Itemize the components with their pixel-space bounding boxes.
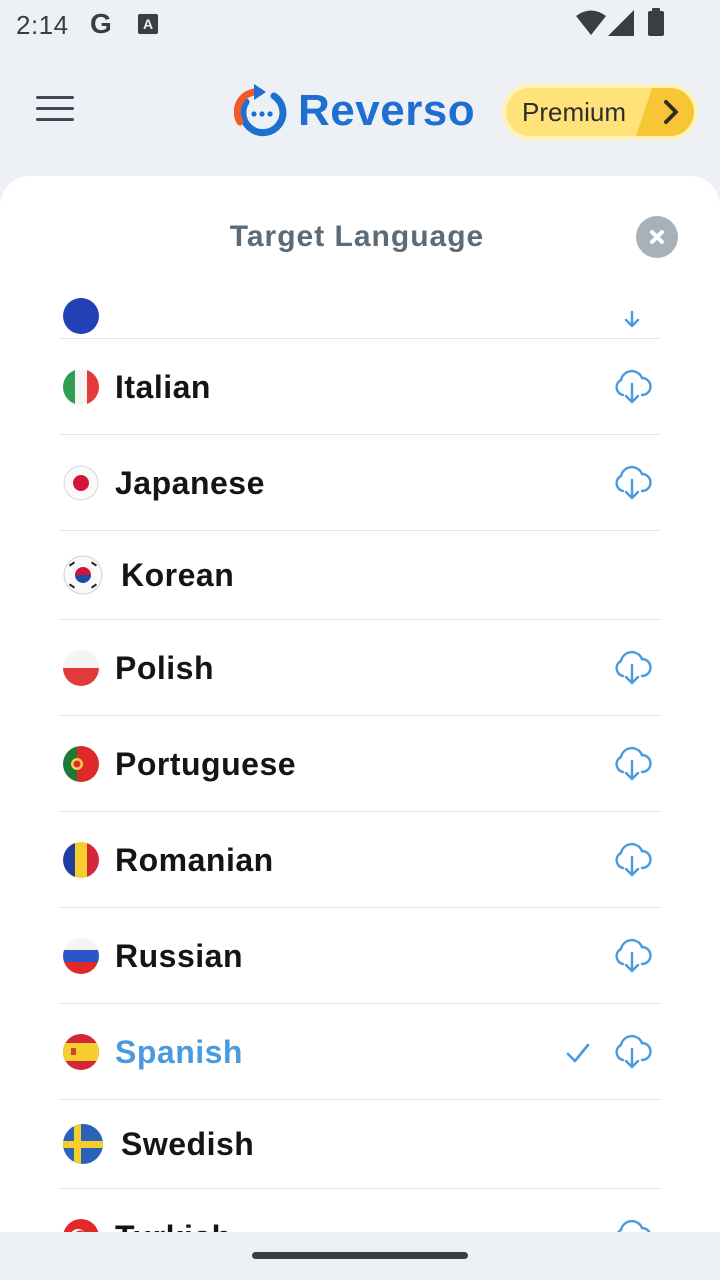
download-cloud-icon[interactable] xyxy=(612,369,652,405)
flag-japan-icon xyxy=(63,465,99,501)
download-cloud-icon[interactable] xyxy=(612,746,652,782)
check-icon xyxy=(566,1043,590,1063)
language-label: Romanian xyxy=(115,842,274,878)
app-header: Reverso Premium xyxy=(0,52,720,176)
target-language-sheet: Target Language Italian Japanese Korean xyxy=(0,176,720,1232)
close-icon[interactable] xyxy=(636,216,678,258)
language-row-japanese[interactable]: Japanese xyxy=(59,435,660,531)
download-cloud-icon[interactable] xyxy=(612,1034,652,1070)
download-cloud-icon[interactable] xyxy=(612,296,652,328)
flag-icon xyxy=(63,298,99,334)
status-time: 2:14 xyxy=(16,10,69,40)
flag-turkey-icon xyxy=(63,1219,99,1232)
flag-korea-icon xyxy=(63,555,103,595)
language-row-turkish[interactable]: Turkish xyxy=(59,1189,660,1232)
signal-icon xyxy=(608,10,634,36)
flag-romania-icon xyxy=(63,842,99,878)
language-label: Swedish xyxy=(121,1126,255,1162)
text-input-icon: A xyxy=(138,14,158,34)
flag-poland-icon xyxy=(63,650,99,686)
flag-sweden-icon xyxy=(63,1124,103,1164)
language-label: Spanish xyxy=(115,1034,243,1070)
language-row-swedish[interactable]: Swedish xyxy=(59,1100,660,1189)
download-cloud-icon[interactable] xyxy=(612,650,652,686)
language-row-spanish[interactable]: Spanish xyxy=(59,1004,660,1100)
sheet-title: Target Language xyxy=(229,220,485,253)
system-nav-bar xyxy=(0,1232,720,1280)
battery-icon xyxy=(648,8,664,36)
language-row-korean[interactable]: Korean xyxy=(59,531,660,620)
language-row-italian[interactable]: Italian xyxy=(59,339,660,435)
language-label: Korean xyxy=(121,557,235,593)
language-row-romanian[interactable]: Romanian xyxy=(59,812,660,908)
google-icon: G xyxy=(90,8,112,39)
language-label: Polish xyxy=(115,650,215,686)
premium-label: Premium xyxy=(522,96,627,127)
language-row-portuguese[interactable]: Portuguese xyxy=(59,716,660,812)
language-row-polish[interactable]: Polish xyxy=(59,620,660,716)
language-list[interactable]: Italian Japanese Korean Polish Portugues… xyxy=(0,296,720,1232)
flag-russia-icon xyxy=(63,938,99,974)
download-cloud-icon[interactable] xyxy=(612,465,652,501)
language-label: Japanese xyxy=(115,465,265,501)
language-row-partial[interactable] xyxy=(59,296,660,339)
hamburger-menu-icon[interactable] xyxy=(36,96,76,126)
language-label: Portuguese xyxy=(115,746,297,782)
download-cloud-icon[interactable] xyxy=(612,842,652,878)
premium-button[interactable]: Premium xyxy=(502,84,698,140)
reverso-logo: Reverso xyxy=(234,82,475,140)
status-bar: 2:14 G A xyxy=(0,0,720,52)
flag-spain-icon xyxy=(63,1034,99,1070)
brand-name: Reverso xyxy=(298,86,476,135)
download-cloud-icon[interactable] xyxy=(612,938,652,974)
chevron-right-icon xyxy=(636,88,694,136)
reverso-logo-icon xyxy=(234,84,287,137)
language-label: Italian xyxy=(115,369,211,405)
wifi-icon xyxy=(576,10,606,35)
flag-italy-icon xyxy=(63,369,99,405)
home-gesture-handle[interactable] xyxy=(252,1252,468,1259)
language-label: Russian xyxy=(115,938,243,974)
language-row-russian[interactable]: Russian xyxy=(59,908,660,1004)
download-cloud-icon[interactable] xyxy=(612,1219,652,1232)
flag-portugal-icon xyxy=(63,746,99,782)
language-label: Turkish xyxy=(115,1219,232,1232)
